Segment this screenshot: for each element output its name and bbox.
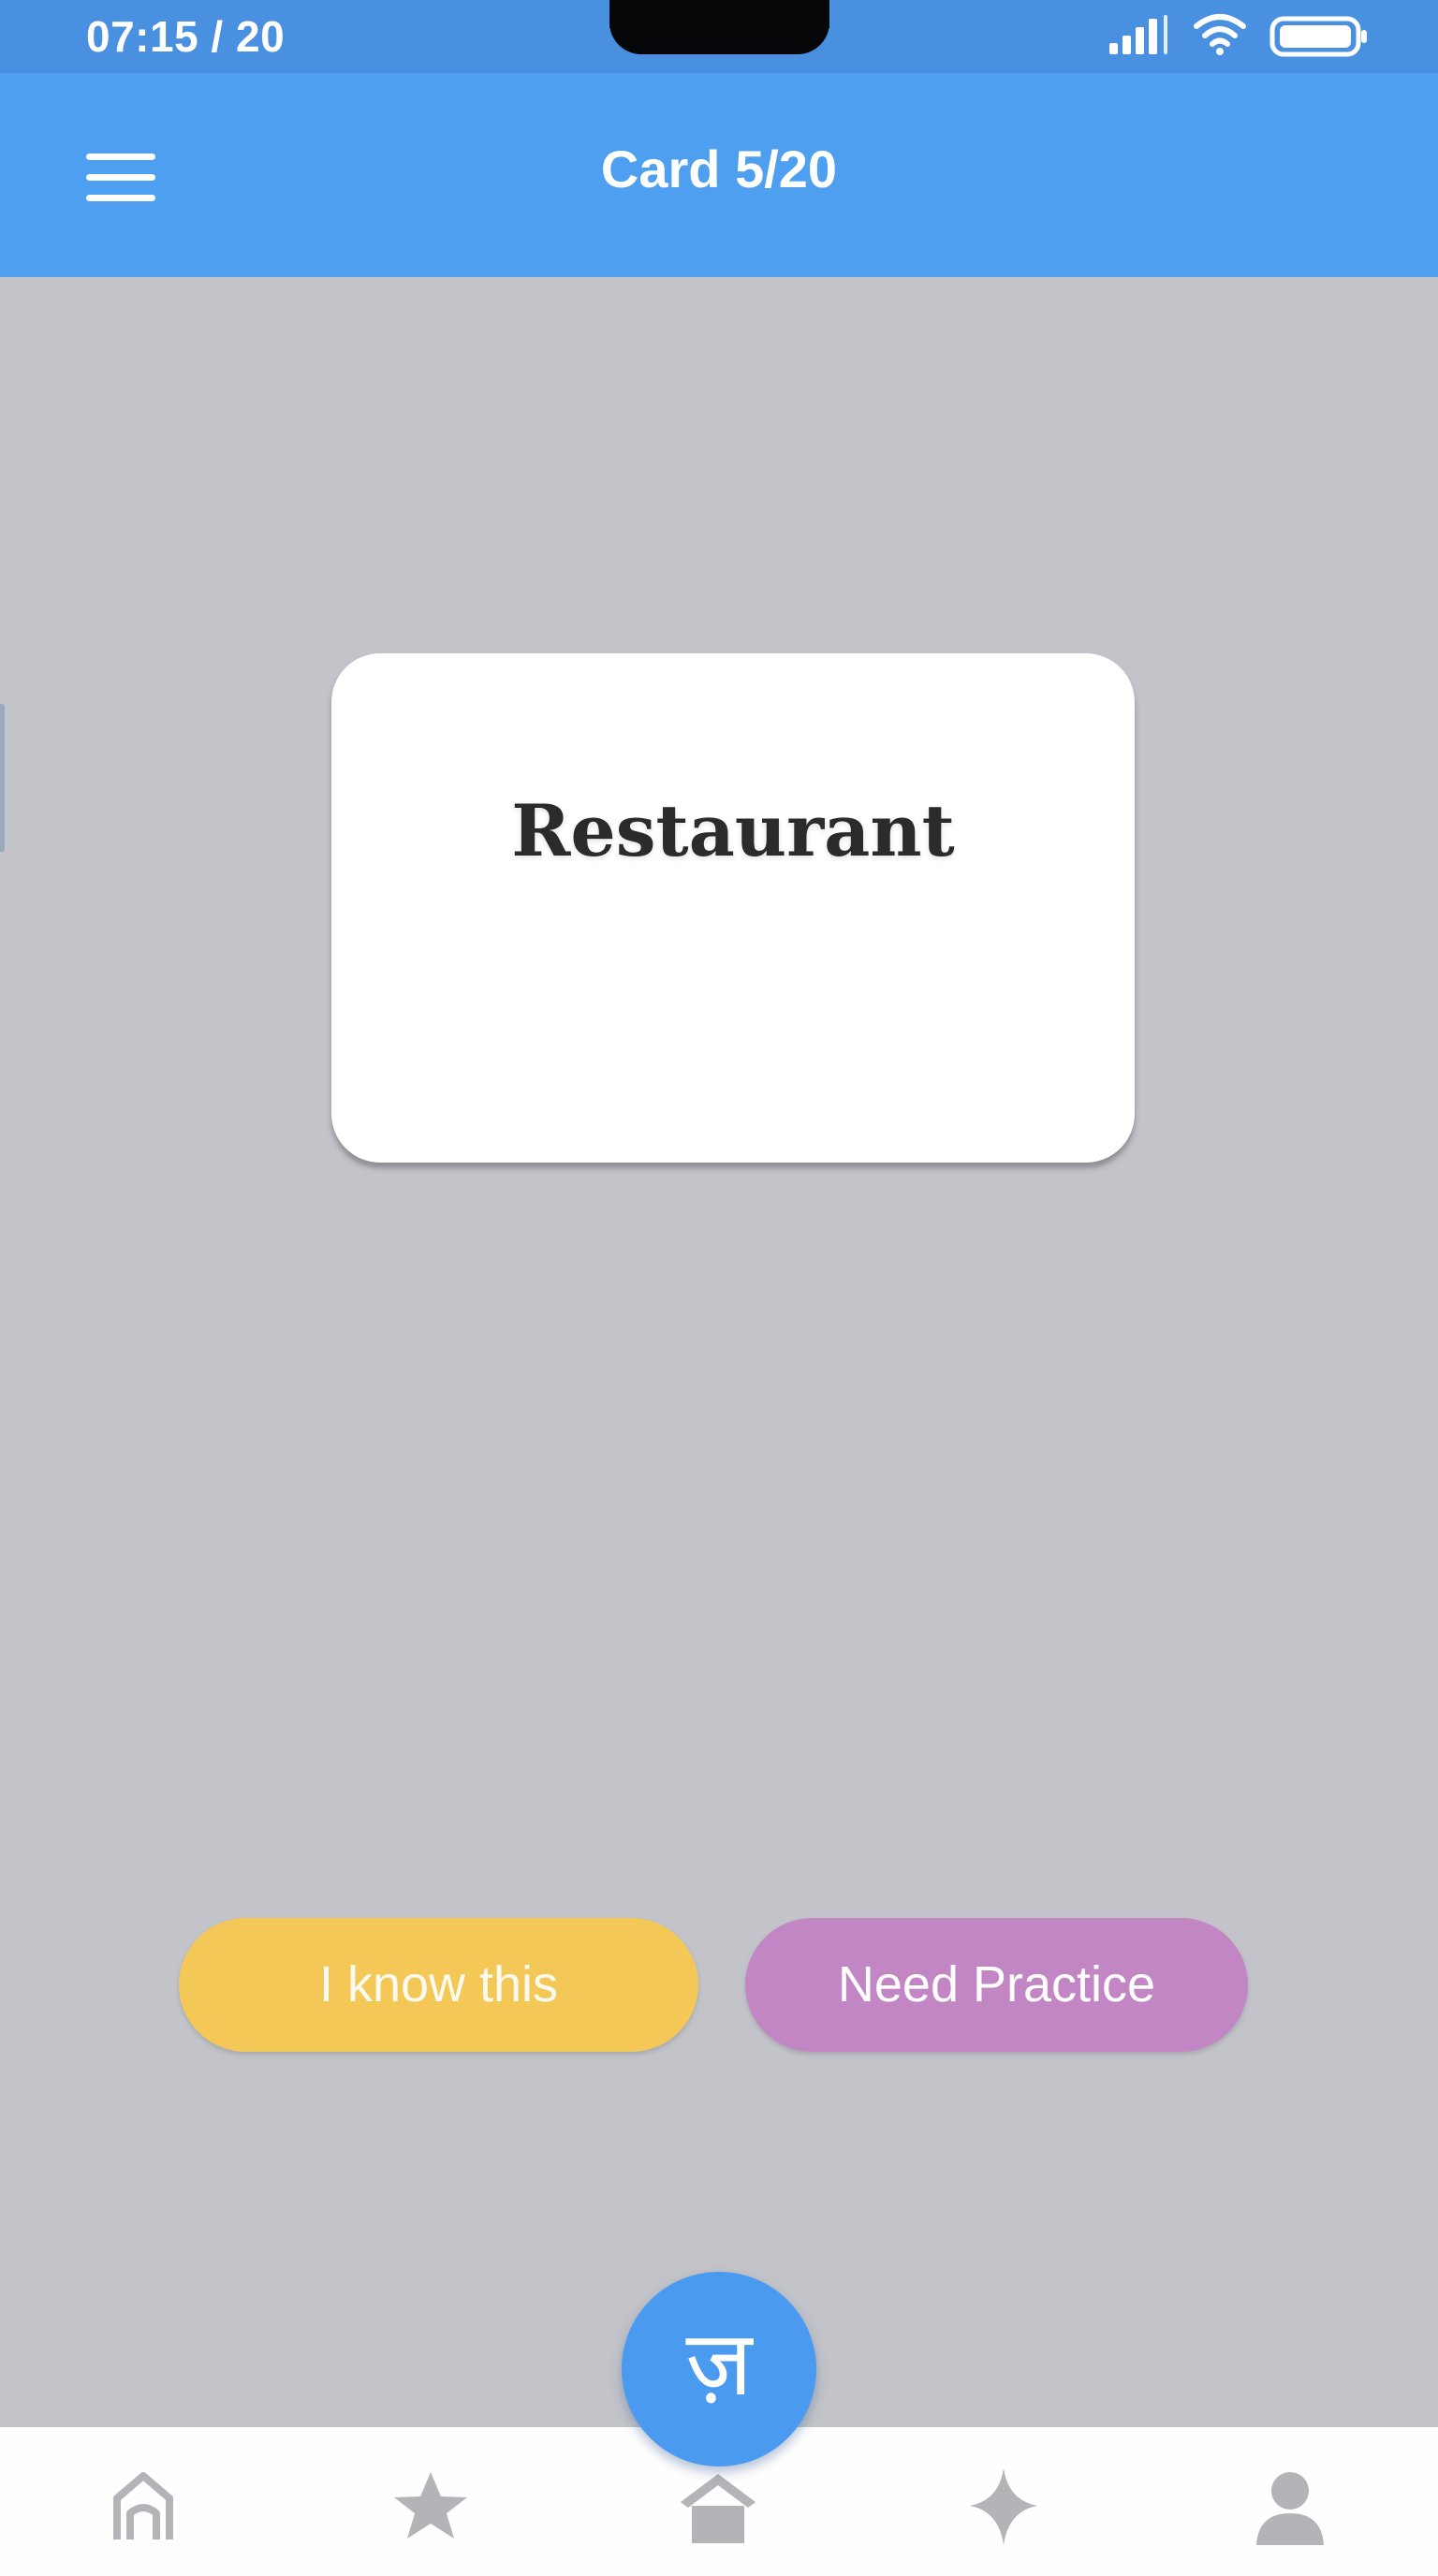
nav-home-outline-icon[interactable]: [96, 2465, 190, 2549]
page-title: Card 5/20: [600, 139, 838, 198]
language-glyph-icon: ज़: [685, 2311, 753, 2416]
nav-house-icon[interactable]: [671, 2465, 765, 2549]
signal-icon: [1109, 15, 1175, 56]
flashcard[interactable]: Restaurant: [331, 653, 1135, 1163]
app-bar: Card 5/20: [0, 73, 1438, 277]
need-practice-button[interactable]: Need Practice: [745, 1918, 1248, 2052]
nav-star-icon[interactable]: [384, 2465, 477, 2549]
fab-language-button[interactable]: ज़: [622, 2272, 816, 2466]
nav-sparkle-icon[interactable]: [957, 2465, 1050, 2549]
status-time: 07:15 / 20: [86, 12, 286, 61]
flashcard-word: Restaurant: [511, 789, 955, 872]
status-bar: 07:15 / 20: [0, 0, 1438, 73]
nav-profile-icon[interactable]: [1243, 2465, 1337, 2549]
wifi-icon: [1193, 11, 1247, 56]
camera-notch: [609, 0, 829, 54]
i-know-this-button[interactable]: I know this: [179, 1918, 698, 2052]
battery-icon: [1269, 15, 1369, 58]
edge-drawer-handle[interactable]: [0, 704, 5, 852]
